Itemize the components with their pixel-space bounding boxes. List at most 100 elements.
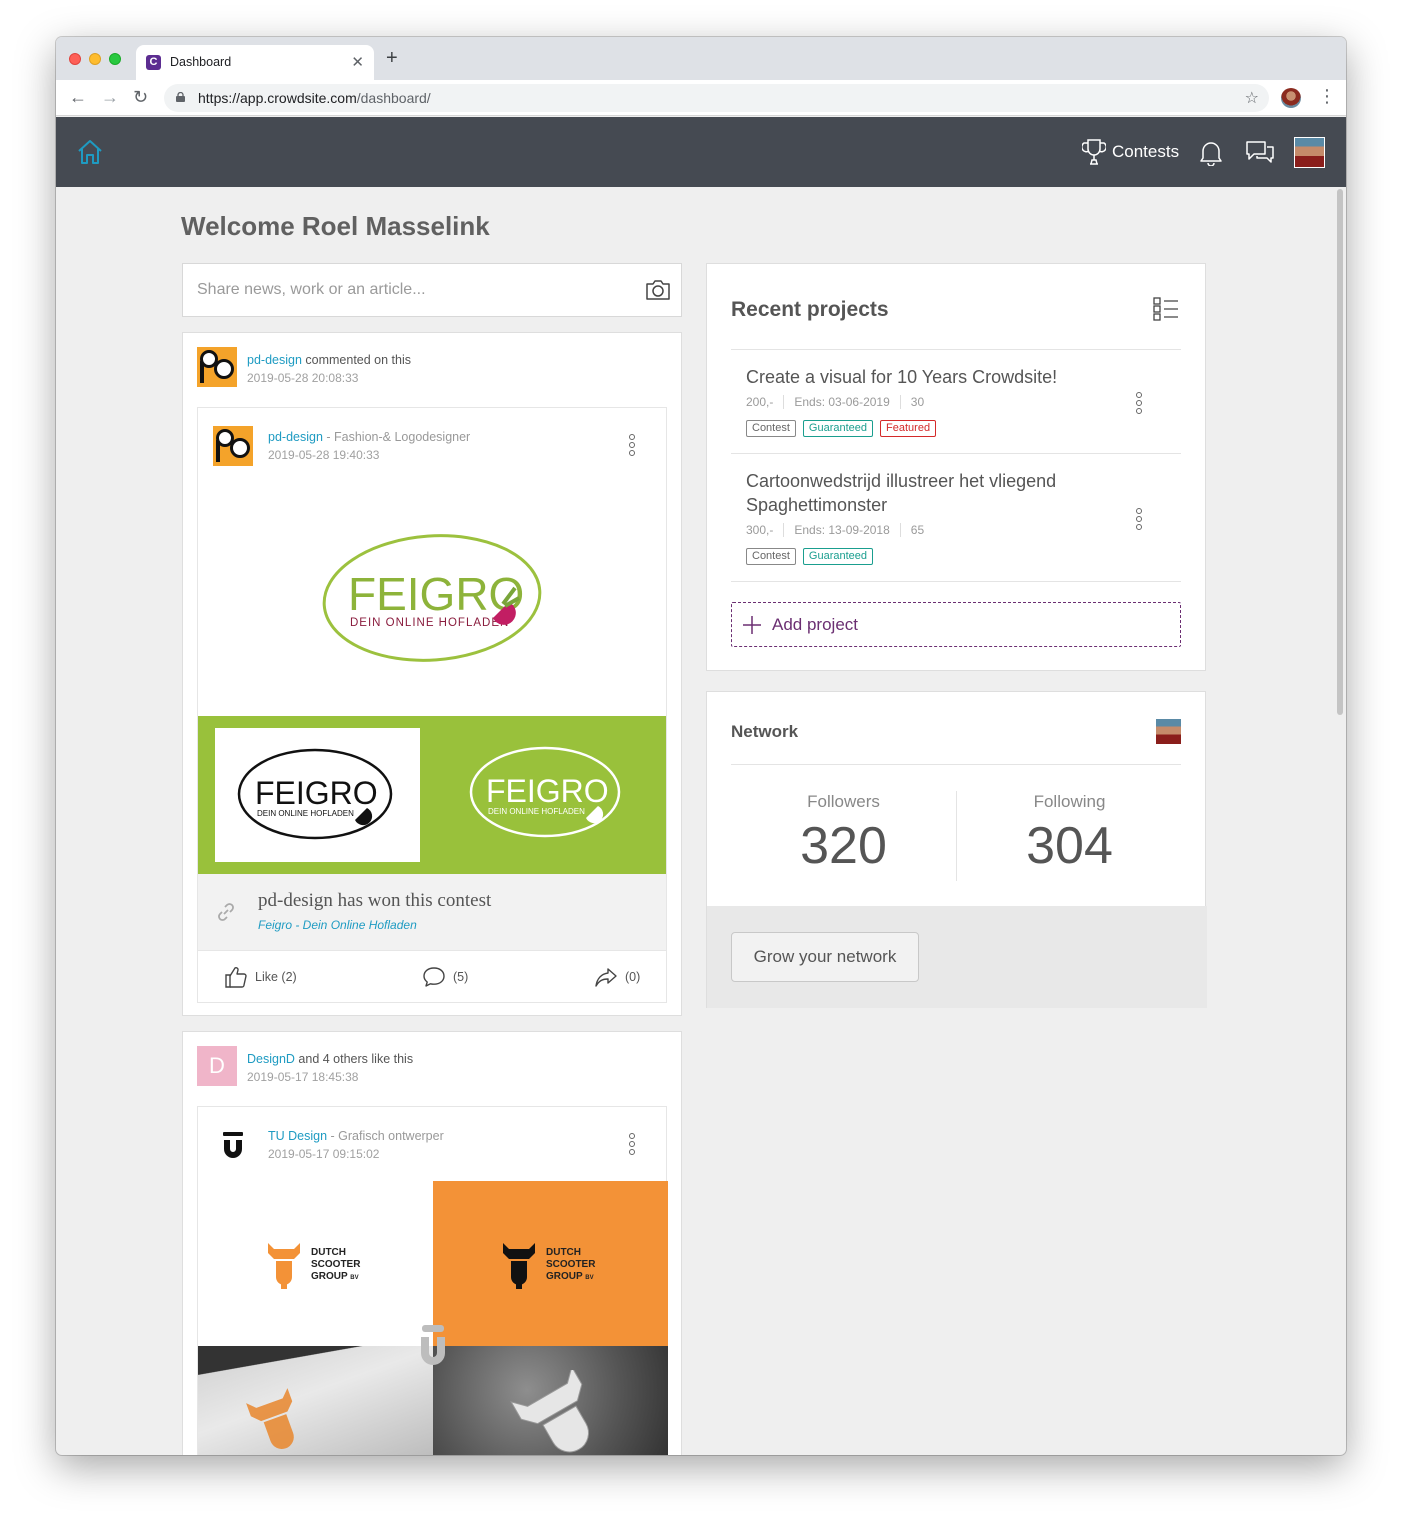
- network-footer: Grow your network: [707, 906, 1207, 1008]
- post-author-line: TU Design - Grafisch ontwerper: [268, 1129, 444, 1143]
- followers-label: Followers: [807, 792, 880, 811]
- grow-network-button[interactable]: Grow your network: [731, 932, 919, 982]
- feigro-variants-image[interactable]: FEIGRO DEIN ONLINE HOFLADEN FEIGRO DEIN …: [198, 716, 666, 874]
- tab-title: Dashboard: [170, 55, 232, 69]
- camera-icon[interactable]: [645, 279, 671, 301]
- feigro-variant-black-graphic: FEIGRO DEIN ONLINE HOFLADEN: [237, 748, 393, 840]
- url-text: https://app.crowdsite.com/dashboard/: [198, 90, 431, 106]
- dutch-scooter-orange-quadrant: DUTCH SCOOTER GROUP BV: [433, 1181, 668, 1346]
- bookmark-star-icon[interactable]: ☆: [1245, 88, 1259, 108]
- add-project-label: Add project: [772, 614, 858, 634]
- contest-won-bar[interactable]: pd-design has won this contest Feigro - …: [198, 874, 666, 950]
- tag-guaranteed: Guaranteed: [802, 420, 874, 437]
- dutch-scooter-paper-mockup: [198, 1346, 433, 1455]
- post-author-avatar[interactable]: [213, 426, 253, 466]
- dutch-scooter-image[interactable]: DUTCH SCOOTER GROUP BV DUTCH SCOOTER GROUP B…: [198, 1181, 668, 1455]
- add-project-button[interactable]: Add project: [731, 602, 1181, 647]
- contests-label: Contests: [1112, 142, 1180, 161]
- share-button[interactable]: (0): [594, 965, 640, 989]
- feigro-variant-tagline: DEIN ONLINE HOFLADEN: [257, 809, 354, 818]
- scooter-metal-mark: [510, 1370, 589, 1453]
- home-icon[interactable]: [76, 139, 104, 165]
- share-box: [182, 263, 682, 317]
- tab-close-icon[interactable]: ✕: [351, 53, 364, 71]
- project-item[interactable]: Create a visual for 10 Years Crowdsite! …: [731, 350, 1181, 453]
- close-window-button[interactable]: [69, 53, 81, 65]
- contests-nav-link[interactable]: Contests: [1082, 137, 1179, 167]
- pd-design-avatar[interactable]: [197, 347, 237, 387]
- feigro-logo-graphic: FEIGRO DEIN ONLINE HOFLADEN: [322, 534, 542, 662]
- tag-featured: Featured: [880, 420, 937, 437]
- following-stat[interactable]: Following 304: [957, 792, 1182, 876]
- dutch-suffix: BV: [350, 1275, 359, 1281]
- activity-action: commented on this: [305, 353, 411, 367]
- dutch-scooter-wordmark: DUTCH SCOOTER GROUP BV: [311, 1247, 360, 1284]
- post-time: 2019-05-17 09:15:02: [268, 1147, 380, 1161]
- project-tags: Contest Guaranteed: [746, 548, 874, 565]
- post-options-icon[interactable]: [628, 434, 636, 458]
- network-avatar[interactable]: [1156, 719, 1181, 744]
- post-author-link[interactable]: TU Design: [268, 1129, 327, 1143]
- divider: [731, 764, 1181, 765]
- actor-link[interactable]: pd-design: [247, 353, 302, 367]
- post-author-role: Fashion-& Logodesigner: [334, 430, 471, 444]
- designd-avatar[interactable]: D: [197, 1046, 237, 1086]
- project-title[interactable]: Create a visual for 10 Years Crowdsite!: [746, 365, 1106, 389]
- url-field[interactable]: https://app.crowdsite.com/dashboard/ ☆: [164, 84, 1269, 112]
- project-list-icon[interactable]: [1153, 296, 1179, 322]
- feigro-reverse-tagline: DEIN ONLINE HOFLADEN: [488, 807, 585, 816]
- share-arrow-icon: [595, 968, 617, 987]
- project-ends: Ends: 13-09-2018: [783, 523, 899, 537]
- project-ends: Ends: 03-06-2019: [783, 395, 899, 409]
- won-contest-link[interactable]: Feigro - Dein Online Hofladen: [258, 918, 417, 932]
- maximize-window-button[interactable]: [109, 53, 121, 65]
- minimize-window-button[interactable]: [89, 53, 101, 65]
- divider: [731, 581, 1181, 582]
- won-title: pd-design has won this contest: [258, 890, 492, 911]
- feed-item: D DesignD and 4 others like this 2019-05…: [182, 1031, 682, 1455]
- feigro-logo-image[interactable]: FEIGRO DEIN ONLINE HOFLADEN: [198, 482, 666, 716]
- project-item[interactable]: Cartoonwedstrijd illustreer het vliegend…: [731, 454, 1181, 581]
- chrome-profile-avatar[interactable]: [1281, 88, 1301, 108]
- post-options-icon[interactable]: [628, 1133, 636, 1157]
- activity-action: and 4 others like this: [298, 1052, 414, 1066]
- network-card: Network Followers 320 Following 304 Grow…: [706, 691, 1207, 1008]
- dutch-scooter-wordmark-alt: DUTCH SCOOTER GROUP BV: [546, 1247, 595, 1284]
- scrollbar-thumb[interactable]: [1337, 189, 1343, 715]
- share-input[interactable]: [197, 278, 627, 302]
- post-author-link[interactable]: pd-design: [268, 430, 323, 444]
- notifications-bell-icon[interactable]: [1197, 138, 1225, 166]
- dutch-line-3-alt: GROUP: [546, 1271, 583, 1282]
- comment-button[interactable]: (5): [422, 965, 468, 989]
- tag-contest: Contest: [746, 548, 796, 565]
- link-chain-icon: [218, 903, 234, 921]
- comment-count: (5): [453, 970, 469, 984]
- project-entries: 65: [899, 523, 934, 537]
- dashboard-content: Welcome Roel Masselink pd-design comment…: [56, 187, 1346, 1455]
- followers-stat[interactable]: Followers 320: [731, 792, 956, 876]
- chrome-menu-icon[interactable]: ⋮: [1318, 86, 1336, 106]
- forward-arrow-icon[interactable]: →: [101, 87, 119, 107]
- dutch-scooter-white-quadrant: DUTCH SCOOTER GROUP BV: [198, 1181, 433, 1346]
- reload-icon[interactable]: ↻: [133, 87, 148, 107]
- feigro-reverse-word: FEIGRO: [486, 773, 609, 809]
- trophy-icon: [1082, 139, 1106, 165]
- feigro-word: FEIGRO: [348, 568, 524, 620]
- like-button[interactable]: Like (2): [224, 965, 297, 989]
- actor-link[interactable]: DesignD: [247, 1052, 295, 1066]
- lock-icon: [176, 92, 185, 102]
- post-header: TU Design - Grafisch ontwerper 2019-05-1…: [198, 1107, 666, 1181]
- page-title: Welcome Roel Masselink: [181, 211, 490, 241]
- feigro-variant-white: FEIGRO DEIN ONLINE HOFLADEN: [215, 728, 420, 862]
- user-avatar[interactable]: [1294, 137, 1325, 168]
- project-title[interactable]: Cartoonwedstrijd illustreer het vliegend…: [746, 469, 1106, 517]
- new-tab-button[interactable]: +: [386, 48, 398, 68]
- tu-design-avatar[interactable]: [218, 1129, 248, 1159]
- scooter-stamp-mark: [246, 1388, 294, 1449]
- browser-window: C Dashboard ✕ + ← → ↻ https://app.crowds…: [56, 37, 1346, 1455]
- tab-dashboard[interactable]: C Dashboard ✕: [136, 45, 374, 80]
- back-arrow-icon[interactable]: ←: [69, 87, 87, 107]
- messages-chat-icon[interactable]: [1245, 139, 1275, 165]
- project-options-icon[interactable]: [1135, 392, 1143, 416]
- project-options-icon[interactable]: [1135, 508, 1143, 532]
